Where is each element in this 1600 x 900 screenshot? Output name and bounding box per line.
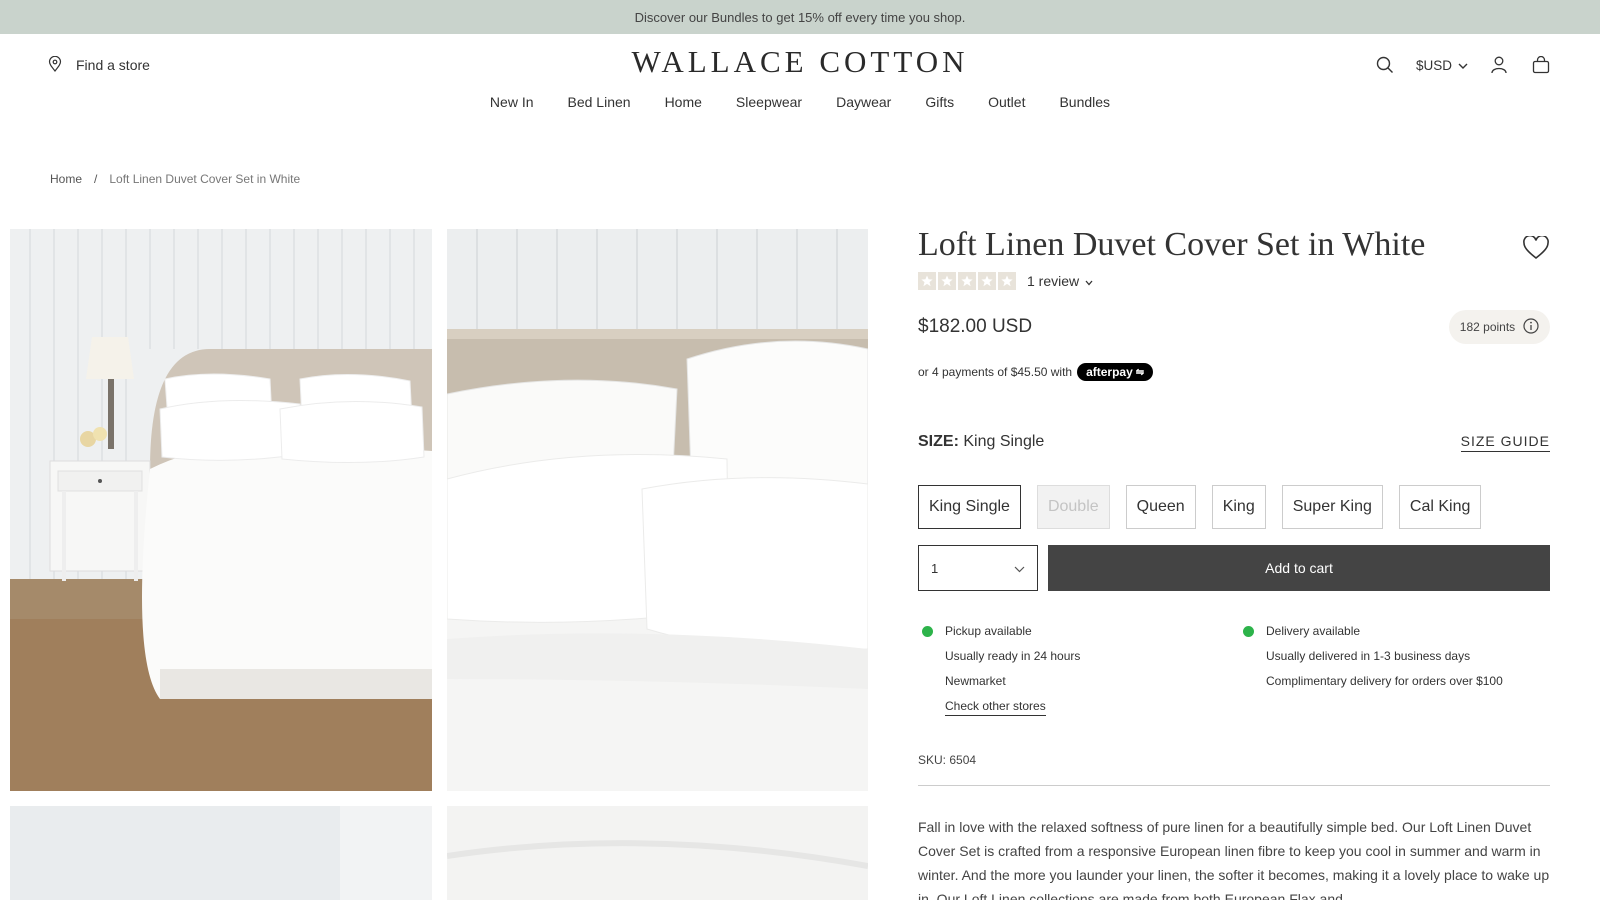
divider xyxy=(918,785,1550,786)
product-description: Fall in love with the relaxed softness o… xyxy=(918,819,1550,900)
points-label: 182 points xyxy=(1459,320,1516,334)
delivery-title: Delivery available xyxy=(1266,624,1361,638)
chevron-down-icon xyxy=(1458,58,1468,73)
chevron-down-icon xyxy=(1014,561,1025,576)
product-image-detail-1[interactable] xyxy=(10,806,432,900)
nav-item-home[interactable]: Home xyxy=(665,94,702,110)
main-nav: New In Bed Linen Home Sleepwear Daywear … xyxy=(0,94,1600,110)
breadcrumb: Home / Loft Linen Duvet Cover Set in Whi… xyxy=(50,172,300,186)
nav-item-outlet[interactable]: Outlet xyxy=(988,94,1025,110)
afterpay-text: or 4 payments of $45.50 with xyxy=(918,365,1073,379)
size-option-super-king[interactable]: Super King xyxy=(1281,485,1383,529)
announcement-bar[interactable]: Discover our Bundles to get 15% off ever… xyxy=(0,0,1600,34)
breadcrumb-current: Loft Linen Duvet Cover Set in White xyxy=(109,172,301,186)
chevron-down-icon xyxy=(1085,273,1093,289)
star-icon xyxy=(998,272,1016,290)
pickup-availability: Pickup available Usually ready in 24 hou… xyxy=(922,619,1080,719)
size-guide-link[interactable]: SIZE GUIDE xyxy=(1460,433,1550,452)
nav-item-new-in[interactable]: New In xyxy=(490,94,534,110)
reviews-toggle[interactable]: 1 review xyxy=(1027,273,1093,289)
afterpay-logo[interactable]: afterpay ⇋ xyxy=(1077,363,1154,381)
delivery-offer: Complimentary delivery for orders over $… xyxy=(1266,674,1503,688)
pickup-title: Pickup available xyxy=(945,624,1032,638)
product-image-bedroom[interactable] xyxy=(10,229,432,791)
star-icon xyxy=(958,272,976,290)
info-icon[interactable] xyxy=(1523,317,1539,337)
pickup-store: Newmarket xyxy=(945,674,1006,688)
nav-item-daywear[interactable]: Daywear xyxy=(836,94,891,110)
size-option-queen[interactable]: Queen xyxy=(1125,485,1196,529)
afterpay-brand: afterpay xyxy=(1086,365,1133,379)
account-icon[interactable] xyxy=(1488,54,1510,76)
reviews-count: 1 review xyxy=(1027,273,1080,289)
currency-label: $USD xyxy=(1415,57,1452,73)
breadcrumb-separator: / xyxy=(94,172,98,186)
afterpay-arrow-icon: ⇋ xyxy=(1135,366,1145,378)
nav-item-bundles[interactable]: Bundles xyxy=(1059,94,1110,110)
star-rating xyxy=(918,272,1016,290)
available-status-dot xyxy=(922,626,933,637)
size-options: King Single Double Queen King Super King… xyxy=(918,485,1482,529)
star-icon xyxy=(918,272,936,290)
size-option-king[interactable]: King xyxy=(1211,485,1266,529)
size-selected-value: King Single xyxy=(963,433,1045,450)
size-label: SIZE: King Single xyxy=(918,433,1044,451)
add-to-cart-button[interactable]: Add to cart xyxy=(1048,545,1550,591)
rewards-points-badge[interactable]: 182 points xyxy=(1449,310,1550,344)
product-title: Loft Linen Duvet Cover Set in White xyxy=(918,226,1426,263)
size-heading: SIZE: xyxy=(918,433,959,450)
available-status-dot xyxy=(1243,626,1254,637)
brand-logo[interactable]: WALLACE COTTON xyxy=(0,44,1600,80)
nav-item-gifts[interactable]: Gifts xyxy=(925,94,954,110)
delivery-availability: Delivery available Usually delivered in … xyxy=(1243,619,1503,694)
breadcrumb-home[interactable]: Home xyxy=(50,172,82,186)
check-other-stores-link[interactable]: Check other stores xyxy=(945,697,1046,716)
product-image-detail-2[interactable] xyxy=(447,806,868,900)
quantity-select[interactable]: 1 xyxy=(918,545,1038,591)
heart-icon[interactable] xyxy=(1523,234,1549,260)
nav-item-bed-linen[interactable]: Bed Linen xyxy=(568,94,631,110)
product-image-pillows[interactable] xyxy=(447,229,868,791)
star-icon xyxy=(938,272,956,290)
product-sku: SKU: 6504 xyxy=(918,753,977,767)
product-rating: 1 review xyxy=(918,272,1093,290)
cart-icon[interactable] xyxy=(1530,54,1552,76)
afterpay-info: or 4 payments of $45.50 with afterpay ⇋ xyxy=(918,363,1154,381)
header-utilities: $USD xyxy=(1374,52,1552,78)
product-price: $182.00 USD xyxy=(918,316,1033,337)
currency-selector[interactable]: $USD xyxy=(1416,58,1468,73)
quantity-value: 1 xyxy=(931,560,939,576)
delivery-time: Usually delivered in 1-3 business days xyxy=(1266,649,1471,663)
size-option-king-single[interactable]: King Single xyxy=(918,485,1021,529)
pickup-time: Usually ready in 24 hours xyxy=(945,649,1081,663)
announcement-text[interactable]: Discover our Bundles to get 15% off ever… xyxy=(635,10,966,25)
star-icon xyxy=(978,272,996,290)
size-option-double[interactable]: Double xyxy=(1036,485,1110,529)
size-option-cal-king[interactable]: Cal King xyxy=(1398,485,1482,529)
nav-item-sleepwear[interactable]: Sleepwear xyxy=(736,94,802,110)
search-icon[interactable] xyxy=(1374,54,1396,76)
